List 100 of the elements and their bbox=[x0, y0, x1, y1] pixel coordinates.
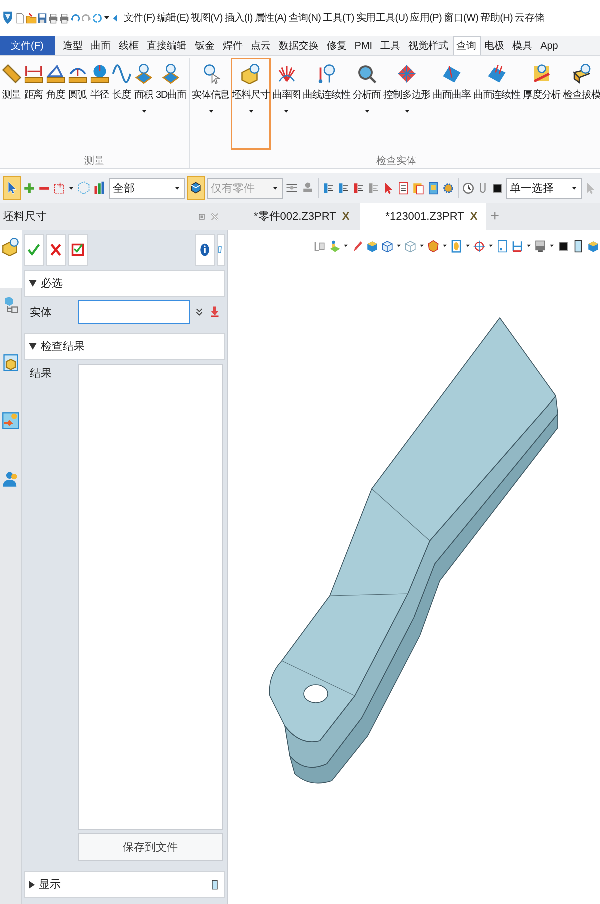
menu-item[interactable]: 实用工具(U) bbox=[355, 10, 410, 26]
bars-icon[interactable] bbox=[92, 181, 107, 195]
ribbon-tab[interactable]: 查询 bbox=[452, 36, 481, 55]
stamp-icon[interactable] bbox=[301, 181, 315, 195]
menu-item[interactable]: 文件(F) bbox=[123, 10, 156, 26]
cube-shaded-icon[interactable] bbox=[587, 240, 600, 252]
plus-icon[interactable] bbox=[22, 182, 36, 194]
layer-select-icon[interactable] bbox=[352, 182, 365, 194]
ribbon-tab[interactable]: App bbox=[536, 36, 562, 55]
notepad-icon[interactable] bbox=[396, 182, 410, 194]
menu-item[interactable]: 视图(V) bbox=[190, 10, 224, 26]
cube-wire-icon[interactable] bbox=[381, 240, 394, 252]
cancel-button[interactable] bbox=[46, 234, 66, 266]
expand-arrow-icon[interactable] bbox=[29, 880, 35, 888]
ribbon-button[interactable]: 距离 bbox=[23, 58, 45, 150]
pushpin-icon[interactable] bbox=[197, 212, 207, 222]
ribbon-button[interactable]: 半径 bbox=[89, 58, 111, 150]
menu-item[interactable]: 云存储 bbox=[514, 10, 546, 26]
expand-arrow-icon[interactable] bbox=[29, 343, 37, 350]
menu-item[interactable]: 属性(A) bbox=[254, 10, 288, 26]
menu-item[interactable]: 查询(N) bbox=[288, 10, 322, 26]
side-tab[interactable] bbox=[0, 230, 22, 288]
ribbon-tab[interactable]: 点云 bbox=[246, 36, 275, 55]
ribbon-tab[interactable]: 视觉样式 bbox=[404, 36, 453, 55]
ribbon-button[interactable]: 曲面曲率 bbox=[432, 58, 472, 150]
caret-icon[interactable] bbox=[526, 243, 532, 249]
caret-icon[interactable] bbox=[396, 243, 402, 249]
ribbon-button[interactable]: 分析面 bbox=[352, 58, 383, 150]
caret-icon[interactable] bbox=[549, 243, 555, 249]
menu-item[interactable]: 工具(T) bbox=[322, 10, 356, 26]
layer-stack-icon[interactable] bbox=[328, 240, 341, 252]
left-arrow-icon[interactable] bbox=[111, 14, 120, 22]
layer-tool-icon[interactable] bbox=[322, 182, 335, 194]
ribbon-tab[interactable]: 模具 bbox=[508, 36, 537, 55]
square-icon[interactable] bbox=[557, 240, 570, 252]
ribbon-tab[interactable]: 曲面 bbox=[86, 36, 115, 55]
file-menu-button[interactable]: 文件(F) bbox=[0, 36, 55, 55]
ribbon-tab[interactable]: 电极 bbox=[480, 36, 509, 55]
ribbon-button[interactable]: 曲线连续性 bbox=[302, 58, 352, 150]
ok-button[interactable] bbox=[24, 234, 44, 266]
floppy-icon[interactable] bbox=[37, 12, 48, 24]
ribbon-tab[interactable]: 数据交换 bbox=[274, 36, 323, 55]
ribbon-tab[interactable]: 钣金 bbox=[190, 36, 219, 55]
download-arrow-icon[interactable] bbox=[209, 306, 221, 318]
page-small-icon[interactable] bbox=[496, 240, 509, 252]
printer-icon[interactable] bbox=[59, 12, 70, 24]
ribbon-button[interactable]: 实体信息 bbox=[190, 58, 232, 150]
ribbon-tab[interactable]: 修复 bbox=[322, 36, 351, 55]
tab-close-button[interactable]: X bbox=[470, 210, 478, 222]
printer-icon[interactable] bbox=[48, 12, 59, 24]
page-icon[interactable] bbox=[15, 12, 26, 24]
monitor-icon[interactable] bbox=[534, 240, 547, 252]
info-button[interactable] bbox=[195, 234, 215, 266]
ribbon-button[interactable]: 控制多边形 bbox=[382, 58, 432, 150]
cube-shaded-icon[interactable] bbox=[366, 240, 379, 252]
box-select-icon[interactable] bbox=[52, 182, 66, 194]
folder-icon[interactable] bbox=[26, 12, 37, 24]
ribbon-tab[interactable]: PMI bbox=[350, 36, 377, 55]
undo-icon[interactable] bbox=[70, 12, 81, 24]
filter-dropdown[interactable]: 全部 bbox=[108, 178, 185, 198]
toggle-button[interactable] bbox=[3, 176, 21, 200]
caret-icon[interactable] bbox=[419, 243, 425, 249]
caret-icon[interactable] bbox=[488, 243, 494, 249]
ribbon-tab[interactable]: 工具 bbox=[376, 36, 405, 55]
folder-page-icon[interactable] bbox=[412, 182, 425, 194]
menu-item[interactable]: 插入(I) bbox=[224, 10, 254, 26]
panel-icon[interactable] bbox=[572, 240, 585, 252]
side-button[interactable] bbox=[217, 234, 225, 266]
toggle-button[interactable] bbox=[187, 176, 205, 200]
ribbon-button[interactable]: 3D曲面 bbox=[155, 58, 188, 150]
input-field[interactable] bbox=[78, 300, 190, 324]
view-frame-icon[interactable] bbox=[450, 240, 463, 252]
ribbon-tab[interactable]: 焊件 bbox=[218, 36, 247, 55]
save-to-file-button[interactable]: 保存到文件 bbox=[78, 833, 223, 861]
section-header[interactable]: 检查结果 bbox=[24, 333, 225, 360]
square-icon[interactable] bbox=[490, 182, 504, 194]
caret-icon[interactable] bbox=[343, 243, 349, 249]
ribbon-button[interactable]: 面积 bbox=[133, 58, 155, 150]
section-header[interactable]: 显示 bbox=[24, 871, 225, 898]
panel-icon[interactable] bbox=[210, 880, 220, 890]
menu-item[interactable]: 应用(P) bbox=[409, 10, 444, 26]
ribbon-button[interactable]: 角度 bbox=[45, 58, 67, 150]
ribbon-button[interactable]: 测量 bbox=[1, 58, 23, 150]
caret-icon[interactable] bbox=[442, 243, 448, 249]
gear-box-icon[interactable] bbox=[442, 182, 455, 194]
ribbon-button[interactable]: 圆弧 bbox=[67, 58, 89, 150]
caret-icon[interactable] bbox=[68, 184, 75, 192]
ribbon-tab[interactable]: 造型 bbox=[58, 36, 87, 55]
polyhedron-icon[interactable] bbox=[427, 240, 440, 252]
clock-icon[interactable] bbox=[462, 182, 475, 194]
rotate-view-icon[interactable] bbox=[313, 240, 326, 252]
chevrons-icon[interactable] bbox=[194, 306, 205, 318]
ribbon-button[interactable]: 检查拔模 bbox=[562, 58, 600, 150]
document-tab[interactable]: *123001.Z3PRT X bbox=[360, 203, 486, 230]
caret-icon[interactable] bbox=[103, 14, 111, 22]
menu-item[interactable]: 窗口(W) bbox=[443, 10, 480, 26]
caret-icon[interactable] bbox=[465, 243, 471, 249]
ribbon-button[interactable]: 长度 bbox=[111, 58, 133, 150]
redo-icon[interactable] bbox=[81, 12, 92, 24]
shield-icon[interactable] bbox=[1, 11, 15, 25]
